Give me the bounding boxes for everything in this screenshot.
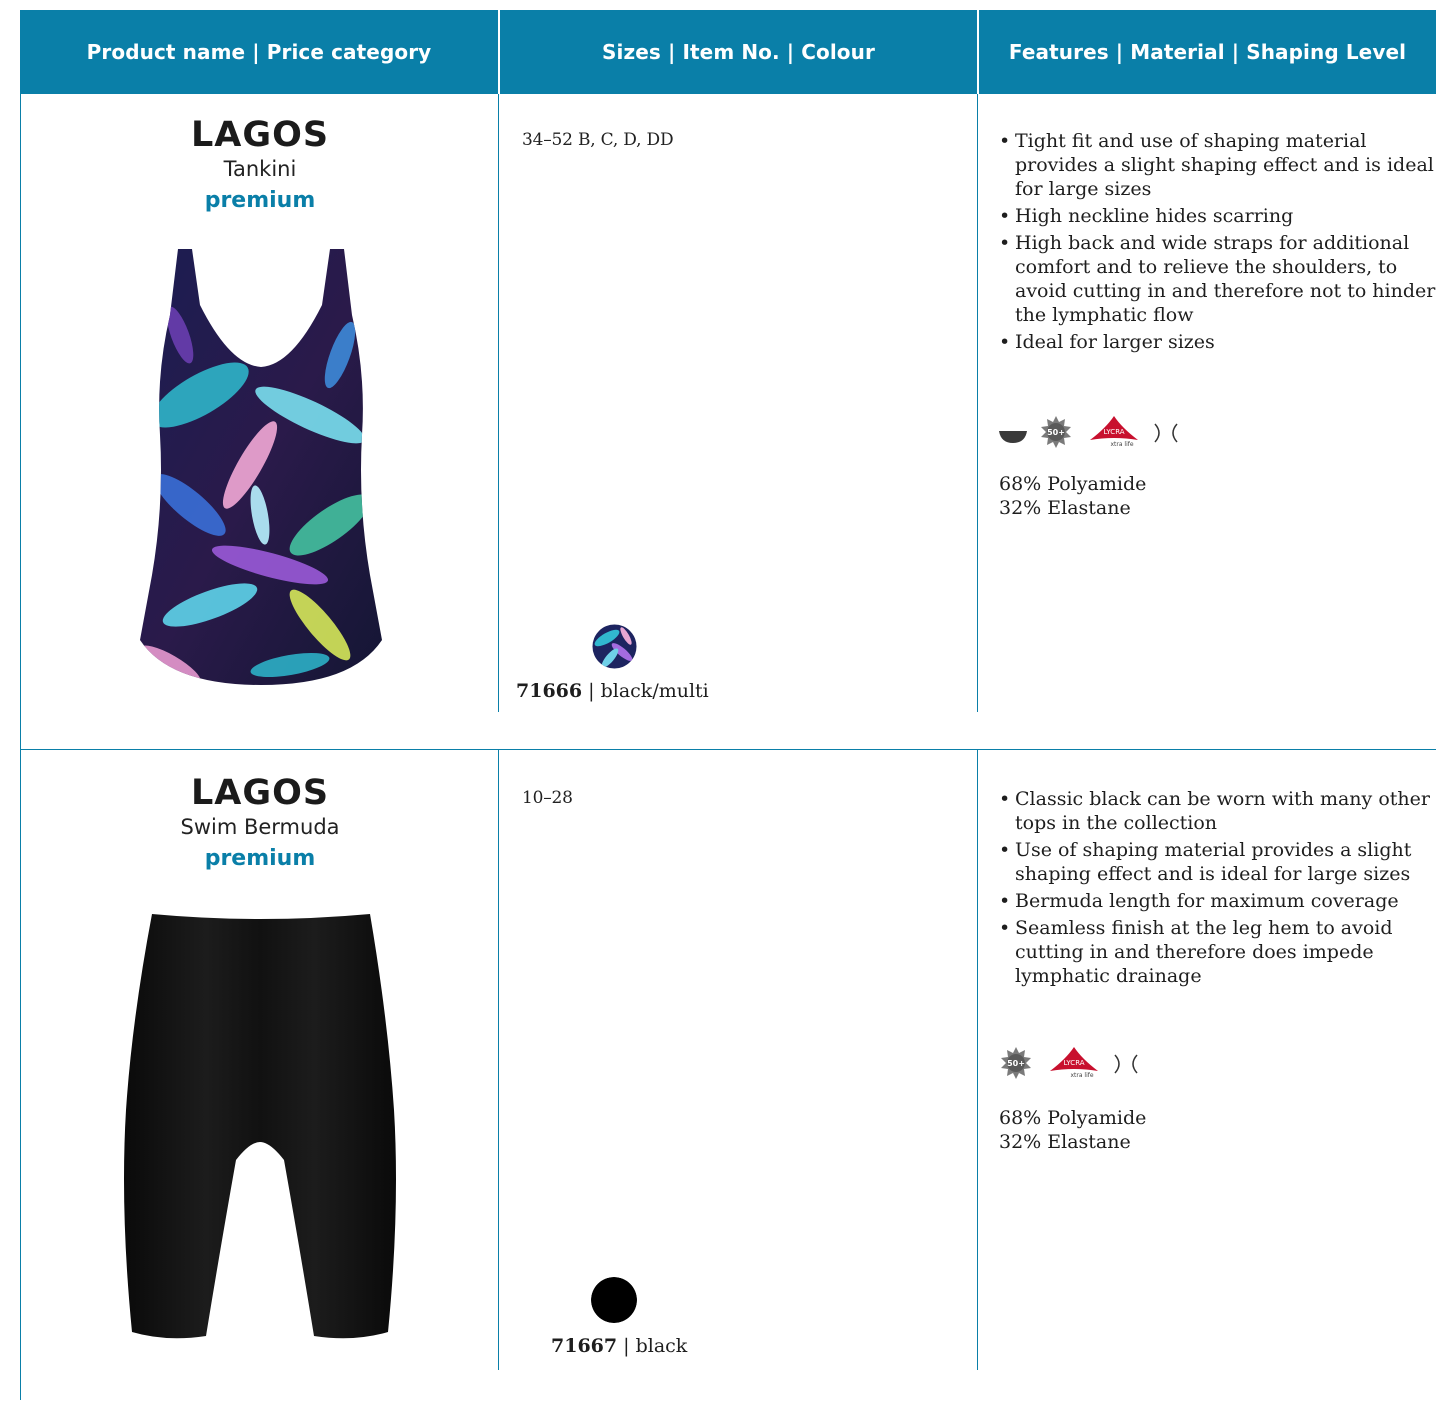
list-item: Classic black can be worn with many othe… [999, 787, 1436, 835]
lycra-xtra-life-icon: LYCRA xtra life [1050, 1047, 1098, 1079]
lycra-label: LYCRA [1063, 1059, 1084, 1067]
item-number: 71667 [551, 1335, 618, 1357]
list-item: Use of shaping material provides a sligh… [999, 838, 1436, 886]
table-border-left [20, 94, 21, 1400]
colour-swatch-black[interactable] [591, 1277, 637, 1323]
shaping-level-icon [1114, 1054, 1138, 1074]
lycra-label: LYCRA [1103, 428, 1124, 436]
uv-50-icon: 50+ [1001, 1047, 1031, 1079]
product-name: LAGOS [190, 115, 330, 155]
tankini-product-image [140, 249, 382, 685]
material-composition: 68% Polyamide 32% Elastane [999, 1106, 1146, 1154]
sizes-text: 34–52 B, C, D, DD [522, 130, 674, 150]
price-category: premium [204, 188, 316, 213]
item-number: 71666 [516, 680, 583, 702]
header-sizes: Sizes | Item No. | Colour [602, 40, 875, 64]
column-divider [977, 750, 978, 1370]
cup-icon [999, 431, 1027, 443]
price-category: premium [204, 846, 316, 871]
product-name-block: LAGOS Tankini premium [20, 115, 500, 219]
shaping-level-icon [1154, 423, 1178, 443]
colour-name: black [635, 1335, 688, 1357]
list-item: High neckline hides scarring [999, 204, 1436, 228]
table-header: Product name | Price category Sizes | It… [20, 10, 1436, 94]
features-list: Classic black can be worn with many othe… [999, 787, 1436, 991]
feature-icons: 50+ LYCRA xtra life [998, 1045, 1158, 1085]
item-number-colour: 71666 | black/multi [516, 680, 709, 702]
material-composition: 68% Polyamide 32% Elastane [999, 472, 1146, 520]
colour-name: black/multi [600, 680, 709, 702]
list-item: Seamless finish at the leg hem to avoid … [999, 916, 1436, 988]
lycra-sub-label: xtra life [1110, 441, 1133, 448]
features-list: Tight fit and use of shaping material pr… [999, 129, 1436, 357]
column-divider [977, 94, 978, 712]
material-line: 32% Elastane [999, 1131, 1131, 1153]
uv-label: 50+ [1007, 1059, 1025, 1068]
material-line: 68% Polyamide [999, 1107, 1147, 1129]
feature-icons: 50+ LYCRA xtra life [998, 414, 1198, 454]
list-item: Ideal for larger sizes [999, 330, 1436, 354]
lycra-sub-label: xtra life [1070, 1072, 1093, 1079]
product-name: LAGOS [190, 773, 330, 813]
header-product-name: Product name | Price category [86, 40, 432, 64]
material-line: 32% Elastane [999, 497, 1131, 519]
colour-swatch-black-multi[interactable] [592, 624, 637, 669]
list-item: High back and wide straps for additional… [999, 231, 1436, 327]
list-item: Tight fit and use of shaping material pr… [999, 129, 1436, 201]
row-divider [20, 749, 1436, 750]
item-number-colour: 71667 | black [551, 1335, 688, 1357]
swim-bermuda-product-image [124, 914, 396, 1339]
product-type: Tankini [223, 157, 297, 181]
header-features: Features | Material | Shaping Level [1008, 40, 1407, 64]
list-item: Bermuda length for maximum coverage [999, 889, 1436, 913]
uv-50-icon: 50+ [1041, 416, 1071, 448]
sizes-text: 10–28 [522, 788, 573, 808]
product-type: Swim Bermuda [180, 815, 340, 839]
uv-label: 50+ [1047, 428, 1065, 437]
lycra-xtra-life-icon: LYCRA xtra life [1090, 416, 1138, 448]
product-name-block: LAGOS Swim Bermuda premium [20, 773, 500, 877]
material-line: 68% Polyamide [999, 473, 1147, 495]
